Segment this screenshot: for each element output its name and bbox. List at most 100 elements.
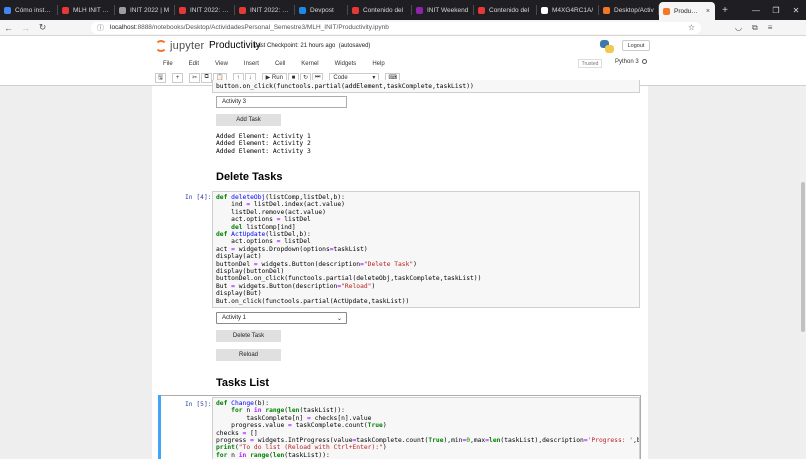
- new-tab-icon[interactable]: +: [715, 0, 735, 20]
- tab-favicon-icon: [4, 6, 11, 14]
- code-cell-4-input[interactable]: def deleteObj(listComp,listDel,b): ind =…: [212, 191, 640, 308]
- kernel-indicator[interactable]: Python 3: [615, 59, 647, 65]
- url-host: localhost: [110, 24, 136, 31]
- tab-title: INIT 2022 | M: [130, 6, 170, 14]
- info-icon[interactable]: ⓘ: [97, 23, 104, 33]
- task-text-value: Activity 3: [222, 99, 247, 105]
- browser-tab[interactable]: Cómo instalar: [0, 0, 58, 20]
- tab-favicon-icon: [541, 6, 548, 14]
- back-icon[interactable]: ←: [0, 23, 17, 33]
- menu-item-cell[interactable]: Cell: [267, 58, 293, 70]
- tab-title: MLH INIT 2021: [73, 6, 110, 14]
- tab-favicon-icon: [663, 7, 670, 15]
- tab-favicon-icon: [179, 6, 186, 14]
- save-icon[interactable]: 🖫: [155, 72, 167, 83]
- menu-item-widgets[interactable]: Widgets: [327, 58, 365, 70]
- tab-title: Desktop/Activ: [614, 6, 654, 14]
- delete-task-button[interactable]: Delete Task: [216, 330, 281, 342]
- browser-tab-strip: Cómo instalar MLH INIT 2021 INIT 2022 | M I…: [0, 0, 806, 20]
- tasks-list-heading: Tasks List: [216, 377, 269, 389]
- dropdown-value: Activity 1: [222, 315, 247, 321]
- tab-title: Productivity: [674, 7, 701, 15]
- browser-tab[interactable]: M4XG4RC1A/: [537, 0, 599, 20]
- browser-toolbar: ← → ↻ ⓘ localhost:8888/notebooks/Desktop…: [0, 20, 806, 36]
- menu-item-edit[interactable]: Edit: [181, 58, 207, 70]
- tab-favicon-icon: [352, 6, 359, 14]
- checkpoint-status: Last Checkpoint: 21 hours ago (autosaved…: [254, 43, 370, 49]
- code-cell-3-input[interactable]: button.on_click(functools.partial(addEle…: [212, 80, 640, 93]
- tab-favicon-icon: [62, 6, 69, 14]
- trusted-badge[interactable]: Trusted: [578, 59, 602, 68]
- tab-favicon-icon: [478, 6, 485, 14]
- chevron-down-icon: ⌄: [336, 315, 342, 322]
- browser-tab[interactable]: MLH INIT 2021: [58, 0, 115, 20]
- task-dropdown[interactable]: Activity 1 ⌄: [216, 312, 347, 324]
- browser-tab[interactable]: INIT 2022 | M: [115, 0, 175, 20]
- pocket-icon[interactable]: ◡: [735, 23, 742, 33]
- menu-item-kernel[interactable]: Kernel: [293, 58, 326, 70]
- browser-tab[interactable]: Contenido del: [474, 0, 537, 20]
- checkpoint-text: Last Checkpoint: 21 hours ago: [254, 43, 336, 49]
- extensions-icon[interactable]: ⧉: [752, 23, 758, 33]
- forward-icon[interactable]: →: [17, 23, 34, 33]
- jupyter-header: jupyter Productivity Last Checkpoint: 21…: [0, 36, 806, 86]
- address-bar[interactable]: ⓘ localhost:8888/notebooks/Desktop/Activ…: [91, 21, 701, 34]
- browser-tab[interactable]: Productivity ×: [659, 2, 715, 20]
- browser-tab[interactable]: INIT 2022: Day: [175, 0, 235, 20]
- selected-cell-indicator: [158, 395, 161, 459]
- jupyter-wordmark: jupyter: [170, 40, 205, 52]
- delete-tasks-heading: Delete Tasks: [216, 171, 283, 183]
- close-tab-icon[interactable]: ×: [706, 8, 710, 15]
- tab-title: Cómo instalar: [15, 6, 53, 14]
- browser-tab[interactable]: Devpost: [295, 0, 348, 20]
- cell-3-output: Added Element: Activity 1 Added Element:…: [216, 133, 311, 155]
- kernel-name: Python 3: [615, 59, 639, 65]
- minimize-icon[interactable]: —: [746, 0, 766, 20]
- cell-4-prompt: In [4]:: [185, 194, 212, 201]
- tab-title: INIT 2022: Day: [250, 6, 290, 14]
- copy-icon[interactable]: ⧉: [201, 72, 213, 83]
- url-path: :8888/notebooks/Desktop/ActividadesPerso…: [135, 24, 389, 31]
- bookmark-star-icon[interactable]: ☆: [688, 23, 695, 32]
- menu-item-file[interactable]: File: [155, 58, 181, 70]
- tab-title: Contenido del: [489, 6, 530, 14]
- jupyter-orbit-icon: [155, 40, 167, 52]
- browser-tab[interactable]: Contenido del: [348, 0, 412, 20]
- tab-title: INIT Weekend: [427, 6, 469, 14]
- tab-favicon-icon: [119, 6, 126, 14]
- menu-item-view[interactable]: View: [207, 58, 236, 70]
- add-task-button[interactable]: Add Task: [216, 114, 281, 126]
- logout-button[interactable]: Logout: [622, 40, 650, 51]
- tab-favicon-icon: [603, 6, 610, 14]
- code-line: button.on_click(functools.partial(addEle…: [216, 83, 474, 90]
- notebook-name[interactable]: Productivity: [209, 40, 261, 51]
- tab-favicon-icon: [239, 6, 246, 14]
- autosave-status: (autosaved): [338, 43, 371, 49]
- menu-item-insert[interactable]: Insert: [236, 58, 267, 70]
- window-controls: — ❐ ✕: [746, 0, 806, 20]
- browser-tab[interactable]: INIT Weekend: [412, 0, 474, 20]
- browser-tab[interactable]: Desktop/Activ: [599, 0, 659, 20]
- kernel-idle-icon: [641, 59, 647, 64]
- task-text-input[interactable]: Activity 3: [216, 96, 347, 108]
- menu-bar: File Edit View Insert Cell Kernel Widgets Help: [155, 58, 651, 70]
- insert-cell-icon[interactable]: +: [172, 72, 184, 83]
- close-window-icon[interactable]: ✕: [786, 0, 806, 20]
- tab-favicon-icon: [416, 6, 423, 14]
- browser-tab[interactable]: INIT 2022: Day: [235, 0, 295, 20]
- reload-button[interactable]: Reload: [216, 349, 281, 361]
- tab-title: INIT 2022: Day: [190, 6, 230, 14]
- code-cell-5-input[interactable]: def Change(b): for n in range(len(taskLi…: [212, 397, 640, 459]
- tab-favicon-icon: [299, 6, 306, 14]
- scrollbar-thumb[interactable]: [801, 182, 805, 332]
- maximize-icon[interactable]: ❐: [766, 0, 786, 20]
- python-logo-icon: [600, 40, 614, 53]
- cell-5-prompt: In [5]:: [185, 401, 212, 408]
- scrollbar[interactable]: [800, 86, 806, 459]
- tab-title: M4XG4RC1A/: [552, 6, 594, 14]
- reload-icon[interactable]: ↻: [34, 22, 51, 33]
- menu-icon[interactable]: ≡: [768, 23, 773, 33]
- menu-item-help[interactable]: Help: [364, 58, 392, 70]
- cut-icon[interactable]: ✂: [189, 72, 201, 83]
- jupyter-logo[interactable]: jupyter: [155, 40, 204, 52]
